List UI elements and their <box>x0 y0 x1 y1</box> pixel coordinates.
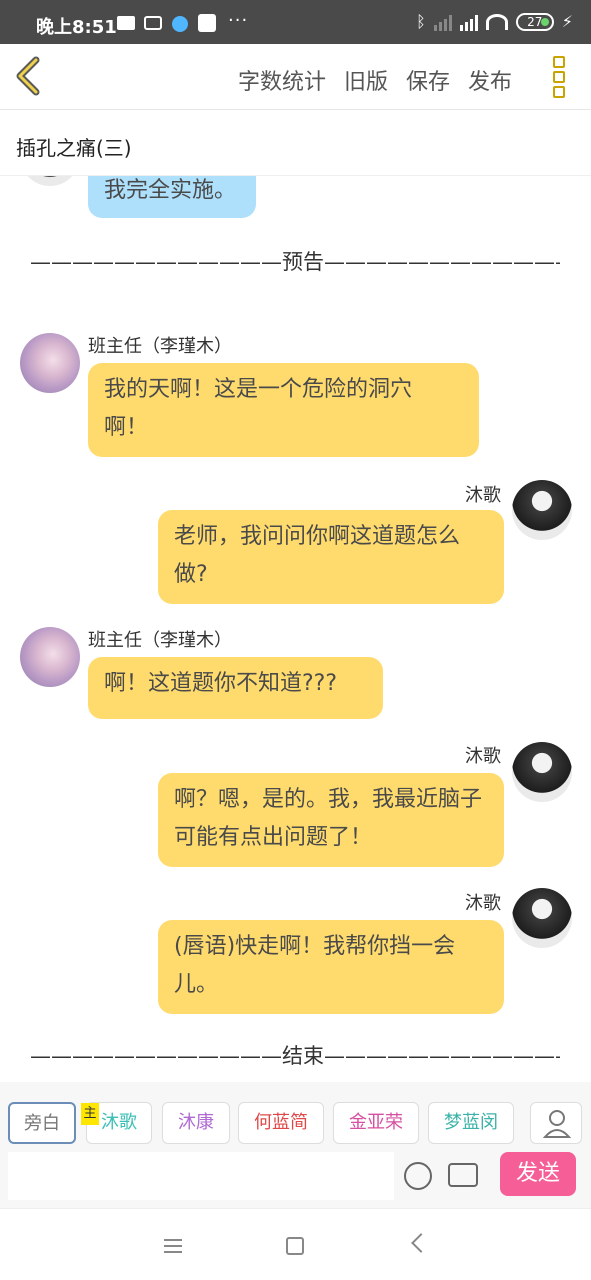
message-text: 老师，我问问你啊这道题怎么 <box>174 524 461 549</box>
chat-bubble[interactable]: (唇语)快走啊！我帮你挡一会 儿。 <box>158 920 504 1014</box>
avatar <box>20 333 80 393</box>
back-icon[interactable] <box>411 1233 431 1253</box>
publish-button[interactable]: 发布 <box>468 64 512 96</box>
system-nav-bar <box>0 1208 591 1280</box>
bluetooth-icon: ᛒ <box>416 12 426 31</box>
toolbar: 字数统计 旧版 保存 发布 <box>0 44 591 110</box>
character-chip-mukang[interactable]: 沐康 <box>162 1102 230 1144</box>
chat-bubble[interactable]: 我完全实施。 <box>88 176 256 218</box>
menu-icon[interactable] <box>164 1239 182 1253</box>
more-vertical-icon[interactable] <box>553 56 567 98</box>
host-tag: 主 <box>81 1103 99 1125</box>
message-text: 我的天啊！这是一个危险的洞穴 <box>104 377 413 402</box>
message-text: 啊！这道题你不知道??? <box>104 671 338 696</box>
image-icon[interactable] <box>448 1163 478 1187</box>
send-button[interactable]: 发送 <box>500 1152 576 1196</box>
message-text: 可能有点出问题了！ <box>174 825 373 850</box>
chip-label: 何蓝简 <box>254 1112 308 1133</box>
status-time: 晚上8:51 <box>36 17 117 38</box>
vr-icon <box>144 16 162 30</box>
input-bar: 发送 <box>0 1152 591 1208</box>
charging-icon: ⚡ <box>561 12 573 31</box>
divider-preview: ————————————预告———————————— <box>30 250 560 274</box>
mi-icon <box>198 14 216 32</box>
divider-end: ————————————结束————————————— <box>30 1044 560 1068</box>
add-character-button[interactable] <box>530 1102 582 1144</box>
chat-bubble[interactable]: 老师，我问问你啊这道题怎么 做? <box>158 510 504 604</box>
character-chip-narrator[interactable]: 旁白 <box>8 1102 76 1144</box>
message-text: 儿。 <box>174 972 219 997</box>
message-text: 我完全实施。 <box>104 178 237 203</box>
message-icon <box>117 16 135 30</box>
story-title-bar: 插孔之痛(三) <box>0 110 591 176</box>
chat-bubble[interactable]: 啊？嗯，是的。我，我最近脑子 可能有点出问题了！ <box>158 773 504 867</box>
avatar <box>512 742 572 802</box>
chip-label: 梦蓝闵 <box>444 1112 498 1133</box>
sender-name: 沐歌 <box>465 485 501 506</box>
sender-name: 班主任（李瑾木） <box>88 336 232 357</box>
battery-icon: 27 <box>515 12 554 31</box>
character-chip-helanjian[interactable]: 何蓝简 <box>238 1102 324 1144</box>
signal-icon <box>459 13 478 31</box>
message-text: 做? <box>174 562 208 587</box>
chat-area[interactable]: 我完全实施。 ————————————预告———————————— 班主任（李瑾… <box>0 176 591 1082</box>
avatar <box>20 176 80 186</box>
avatar <box>20 627 80 687</box>
wifi-icon <box>485 13 508 30</box>
app-icon <box>172 16 188 32</box>
avatar <box>512 888 572 948</box>
chevron-left-icon[interactable] <box>14 56 44 96</box>
chat-bubble[interactable]: 我的天啊！这是一个危险的洞穴 啊！ <box>88 363 479 457</box>
message-text: 啊？嗯，是的。我，我最近脑子 <box>174 787 483 812</box>
character-chip-menglanmin[interactable]: 梦蓝闵 <box>428 1102 514 1144</box>
character-chip-jinyarong[interactable]: 金亚荣 <box>333 1102 419 1144</box>
sender-name: 班主任（李瑾木） <box>88 630 232 651</box>
signal-icon <box>433 13 452 31</box>
message-input[interactable] <box>8 1152 394 1200</box>
person-icon <box>542 1110 572 1138</box>
message-text: (唇语)快走啊！我帮你挡一会 <box>174 934 456 959</box>
more-notifications-icon: ··· <box>228 10 249 31</box>
old-version-button[interactable]: 旧版 <box>344 64 388 96</box>
word-count-button[interactable]: 字数统计 <box>238 64 326 96</box>
chip-label: 旁白 <box>24 1113 60 1134</box>
save-button[interactable]: 保存 <box>406 64 450 96</box>
status-bar: 晚上8:51 ··· ᛒ 27 ⚡ <box>0 0 591 44</box>
avatar <box>512 480 572 540</box>
chip-label: 沐康 <box>178 1112 214 1133</box>
chip-label: 沐歌 <box>101 1112 137 1133</box>
smiley-icon[interactable] <box>404 1162 432 1190</box>
story-title[interactable]: 插孔之痛(三) <box>16 132 132 161</box>
sender-name: 沐歌 <box>465 746 501 767</box>
message-text: 啊！ <box>104 415 149 440</box>
sender-name: 沐歌 <box>465 893 501 914</box>
home-icon[interactable] <box>286 1237 304 1255</box>
chat-bubble[interactable]: 啊！这道题你不知道??? <box>88 657 383 719</box>
chip-label: 金亚荣 <box>349 1112 403 1133</box>
